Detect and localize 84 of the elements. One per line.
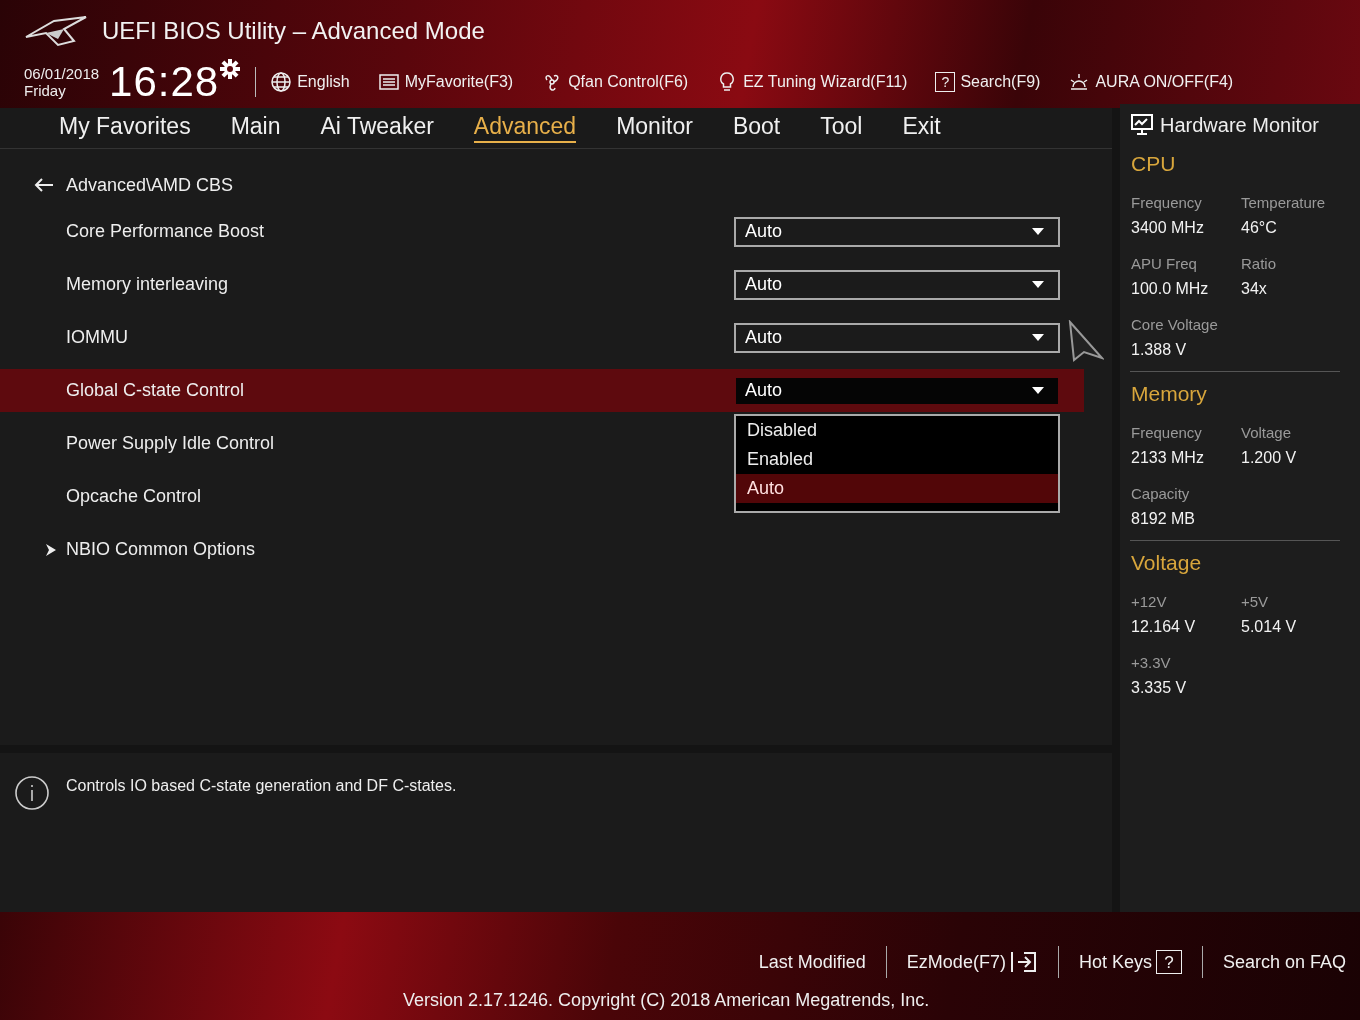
gear-icon[interactable] bbox=[219, 58, 242, 80]
help-text: Controls IO based C-state generation and DF C-states. bbox=[66, 777, 457, 795]
monitor-value: 12.164 V bbox=[1131, 618, 1197, 636]
window-title: UEFI BIOS Utility – Advanced Mode bbox=[102, 17, 485, 45]
dropdown-field[interactable]: Auto bbox=[734, 269, 1060, 300]
caret-icon bbox=[1032, 387, 1044, 394]
toolbar-item[interactable]: MyFavorite(F3) bbox=[377, 71, 514, 93]
menu-tab[interactable]: Exit bbox=[902, 113, 941, 143]
monitor-label: Frequency bbox=[1131, 194, 1203, 211]
section-title: Voltage bbox=[1131, 551, 1203, 575]
monitor-label: APU Freq bbox=[1131, 255, 1198, 272]
setting-label: Core Performance Boost bbox=[66, 221, 265, 242]
monitor-label: Frequency bbox=[1131, 424, 1203, 441]
monitor-label: +12V bbox=[1131, 593, 1168, 610]
toolbar-label: MyFavorite(F3) bbox=[404, 73, 514, 91]
toolbar-label: English bbox=[297, 73, 350, 91]
menu-tab[interactable]: Monitor bbox=[616, 113, 693, 143]
monitor-label: +3.3V bbox=[1131, 654, 1172, 671]
section-title: CPU bbox=[1131, 152, 1177, 176]
menu-tab[interactable]: Tool bbox=[820, 113, 863, 143]
monitor-value: 46°C bbox=[1241, 219, 1278, 237]
footer-link[interactable]: EzMode(F7) bbox=[906, 950, 1038, 974]
setting-label: NBIO Common Options bbox=[66, 539, 256, 560]
footer-link[interactable]: Hot Keys ? bbox=[1078, 950, 1182, 974]
footer-link[interactable]: Search on FAQ bbox=[1222, 951, 1346, 973]
monitor-value: 8192 MB bbox=[1131, 510, 1197, 528]
help-icon: ? bbox=[1155, 950, 1182, 974]
breadcrumb: Advanced\AMD CBS bbox=[66, 174, 234, 196]
info-icon bbox=[14, 775, 50, 811]
section-title: Memory bbox=[1131, 382, 1208, 406]
toolbar-label: AURA ON/OFF(F4) bbox=[1095, 73, 1234, 91]
caret-icon bbox=[1032, 228, 1044, 235]
version-text: Version 2.17.1246. Copyright (C) 2018 American Megatrends, Inc. bbox=[403, 990, 930, 1011]
day-text: Friday bbox=[24, 82, 67, 99]
monitor-label: Capacity bbox=[1131, 485, 1191, 502]
toolbar-label: Qfan Control(F6) bbox=[568, 73, 689, 91]
monitor-value: 1.200 V bbox=[1241, 449, 1298, 467]
toolbar-label: EZ Tuning Wizard(F11) bbox=[743, 73, 908, 91]
panel-title: Hardware Monitor bbox=[1160, 113, 1319, 137]
setting-label: Opcache Control bbox=[66, 486, 202, 507]
menu-tab[interactable]: Advanced bbox=[473, 113, 577, 143]
menu-tab[interactable]: Boot bbox=[732, 113, 781, 143]
toolbar-item[interactable]: Qfan Control(F6) bbox=[541, 71, 689, 93]
monitor-label: Core Voltage bbox=[1131, 316, 1219, 333]
toolbar-item[interactable]: English bbox=[270, 71, 350, 93]
setting-label: Power Supply Idle Control bbox=[66, 433, 275, 454]
logo-icon bbox=[24, 15, 88, 47]
help-icon: ? bbox=[935, 72, 956, 92]
caret-icon bbox=[1032, 281, 1044, 288]
toolbar-item[interactable]: ? Search(F9) bbox=[935, 72, 1041, 92]
monitor-label: +5V bbox=[1241, 593, 1270, 610]
globe-icon bbox=[270, 71, 293, 93]
date-text: 06/01/2018 bbox=[24, 65, 100, 82]
menu-tab[interactable]: Main bbox=[230, 113, 281, 143]
caret-icon bbox=[1032, 334, 1044, 341]
monitor-label: Temperature bbox=[1241, 194, 1327, 211]
toolbar-item[interactable]: EZ Tuning Wizard(F11) bbox=[716, 71, 908, 93]
setting-label: Memory interleaving bbox=[66, 274, 229, 295]
monitor-value: 2133 MHz bbox=[1131, 449, 1205, 467]
monitor-value: 34x bbox=[1241, 280, 1268, 298]
clock-time: 16:28 bbox=[109, 58, 220, 106]
dropdown-option[interactable]: Auto bbox=[736, 473, 1058, 503]
footer-link[interactable]: Last Modified bbox=[758, 951, 866, 973]
monitor-label: Ratio bbox=[1241, 255, 1278, 272]
back-arrow-icon[interactable] bbox=[34, 177, 54, 193]
pointer-icon bbox=[1068, 320, 1104, 362]
setting-label: Global C-state Control bbox=[66, 380, 245, 401]
dropdown-field[interactable]: Auto bbox=[734, 216, 1060, 247]
exit-icon bbox=[1009, 950, 1038, 974]
monitor-value: 100.0 MHz bbox=[1131, 280, 1210, 298]
list-icon bbox=[377, 71, 400, 93]
monitor-value: 3400 MHz bbox=[1131, 219, 1205, 237]
toolbar-label: Search(F9) bbox=[960, 73, 1041, 91]
monitor-value: 3.335 V bbox=[1131, 679, 1188, 697]
menu-tab[interactable]: Ai Tweaker bbox=[320, 113, 434, 143]
monitor-value: 1.388 V bbox=[1131, 341, 1188, 359]
menu-tab[interactable]: My Favorites bbox=[59, 113, 191, 143]
monitor-value: 5.014 V bbox=[1241, 618, 1298, 636]
dropdown-field[interactable]: Auto bbox=[734, 322, 1060, 353]
setting-label: IOMMU bbox=[66, 327, 128, 348]
monitor-label: Voltage bbox=[1241, 424, 1293, 441]
toolbar-item[interactable]: AURA ON/OFF(F4) bbox=[1068, 71, 1234, 93]
arrow-icon bbox=[46, 543, 56, 556]
monitor-icon bbox=[1130, 113, 1154, 137]
